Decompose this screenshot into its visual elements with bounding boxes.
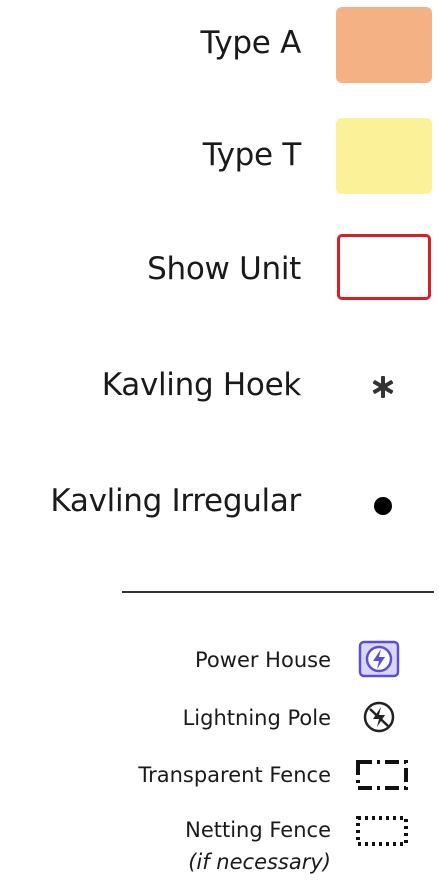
legend-label-lightning-pole: Lightning Pole: [182, 706, 331, 730]
legend-label-type-a: Type A: [200, 25, 302, 61]
netting-fence-icon: [356, 816, 408, 846]
legend-label-show-unit: Show Unit: [147, 251, 301, 287]
lightning-pole-icon: [363, 701, 395, 733]
legend-label-netting-fence: Netting Fence: [185, 818, 331, 842]
dot-marker-icon: [374, 497, 392, 515]
legend: Type A Type T Show Unit Kavling Hoek Kav…: [0, 0, 439, 882]
type-a-swatch: [336, 7, 432, 83]
type-t-swatch: [336, 118, 432, 194]
transparent-fence-icon: [356, 760, 408, 790]
asterisk-marker-icon: [372, 376, 394, 398]
legend-label-kavling-hoek: Kavling Hoek: [101, 367, 302, 403]
legend-label-kavling-irregular: Kavling Irregular: [50, 483, 301, 519]
legend-label-type-t: Type T: [202, 137, 302, 173]
legend-label-power-house: Power House: [195, 648, 331, 672]
legend-note-netting-fence: (if necessary): [188, 850, 331, 874]
power-house-icon: [358, 640, 400, 678]
legend-label-transparent-fence: Transparent Fence: [138, 763, 331, 787]
show-unit-outline-swatch: [337, 234, 431, 300]
legend-divider: [122, 591, 434, 593]
